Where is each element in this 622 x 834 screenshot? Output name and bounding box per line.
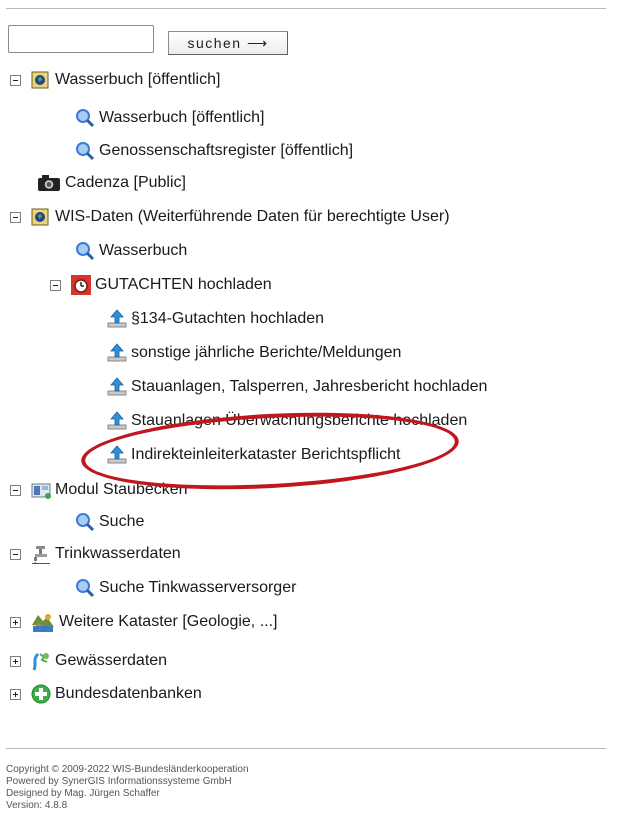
upload-icon — [106, 342, 128, 364]
tree-item-134-gutachten[interactable]: §134-Gutachten hochladen — [106, 303, 324, 335]
tree-node-label: GUTACHTEN hochladen — [95, 276, 272, 293]
search-button[interactable]: suchen ⟶ — [168, 31, 288, 55]
tree-item-label: Wasserbuch — [99, 242, 188, 259]
camera-icon — [36, 172, 62, 194]
tree-item-sonstige-berichte[interactable]: sonstige jährliche Berichte/Meldungen — [106, 337, 401, 369]
search-icon — [74, 577, 96, 599]
footer-version: Version: 4.8.8 — [6, 800, 68, 811]
footer-copyright: Copyright © 2009-2022 WIS-Bundesländerko… — [6, 764, 249, 775]
upload-icon — [106, 410, 128, 432]
map-folder-icon — [30, 69, 52, 91]
collapse-toggle[interactable] — [10, 74, 21, 86]
tree-item-indirekteinleiterkataster[interactable]: Indirekteinleiterkataster Berichtspflich… — [106, 439, 400, 471]
footer-powered-by: Powered by SynerGIS Informationssysteme … — [6, 776, 232, 787]
tree-node-bundesdatenbanken[interactable]: Bundesdatenbanken — [10, 678, 202, 710]
tree-item-wasserbuch-public[interactable]: Wasserbuch [öffentlich] — [74, 102, 264, 134]
upload-icon — [106, 444, 128, 466]
geology-icon — [30, 611, 56, 633]
tree-node-gewaesserdaten[interactable]: Gewässerdaten — [10, 645, 167, 677]
tree-item-label: Suche — [99, 513, 145, 530]
tree-node-label: Cadenza [Public] — [65, 174, 186, 191]
tree-node-label: Trinkwasserdaten — [55, 545, 181, 562]
tree-node-trinkwasserdaten[interactable]: Trinkwasserdaten — [10, 538, 181, 570]
tree-node-modul-staubecken[interactable]: Modul Staubecken — [10, 474, 188, 506]
expand-toggle[interactable] — [10, 655, 21, 667]
tree-node-wis-daten[interactable]: WIS-Daten (Weiterführende Daten für bere… — [10, 201, 450, 233]
tree-item-suche-trinkwasserversorger[interactable]: Suche Tinkwasserversorger — [74, 572, 296, 604]
search-icon — [74, 240, 96, 262]
top-divider — [6, 8, 606, 9]
map-folder-icon — [30, 206, 52, 228]
tree-item-stauanlagen-jahresbericht[interactable]: Stauanlagen, Talsperren, Jahresbericht h… — [106, 371, 487, 403]
green-plus-icon — [30, 683, 52, 705]
tree-node-cadenza[interactable]: Cadenza [Public] — [36, 167, 186, 199]
collapse-toggle[interactable] — [50, 279, 61, 291]
search-icon — [74, 511, 96, 533]
tree-node-label: Modul Staubecken — [55, 481, 188, 498]
tree-item-label: Wasserbuch [öffentlich] — [99, 109, 265, 126]
tree-node-label: Bundesdatenbanken — [55, 685, 202, 702]
water-tap-icon — [30, 543, 52, 565]
tree-item-label: Suche Tinkwasserversorger — [99, 579, 297, 596]
tree-node-gutachten[interactable]: GUTACHTEN hochladen — [50, 269, 272, 301]
tree-item-label: Stauanlagen, Talsperren, Jahresbericht h… — [131, 378, 488, 395]
footer: Copyright © 2009-2022 WIS-Bundesländerko… — [6, 764, 249, 812]
alarm-clock-icon — [70, 274, 92, 296]
search-input[interactable] — [8, 25, 154, 53]
tree-node-label: Weitere Kataster [Geologie, ...] — [59, 613, 278, 630]
river-icon — [30, 650, 52, 672]
tree-item-wasserbuch[interactable]: Wasserbuch — [74, 235, 187, 267]
expand-toggle[interactable] — [10, 616, 21, 628]
tree-node-label: Wasserbuch [öffentlich] — [55, 71, 221, 88]
tree-item-genossenschaftsregister[interactable]: Genossenschaftsregister [öffentlich] — [74, 135, 353, 167]
tree-item-label: Genossenschaftsregister [öffentlich] — [99, 142, 354, 159]
search-icon — [74, 140, 96, 162]
tree-node-label: WIS-Daten (Weiterführende Daten für bere… — [55, 208, 450, 225]
tree-item-suche[interactable]: Suche — [74, 506, 144, 538]
tree-item-label: Stauanlagen Überwachungsberichte hochlad… — [131, 412, 468, 429]
tree-item-stauanlagen-ueberwachung[interactable]: Stauanlagen Überwachungsberichte hochlad… — [106, 405, 467, 437]
footer-designed-by: Designed by Mag. Jürgen Schaffer — [6, 788, 160, 799]
collapse-toggle[interactable] — [10, 211, 21, 223]
bottom-divider — [6, 748, 606, 749]
collapse-toggle[interactable] — [10, 548, 21, 560]
upload-icon — [106, 376, 128, 398]
search-icon — [74, 107, 96, 129]
tree-node-wasserbuch[interactable]: Wasserbuch [öffentlich] — [10, 64, 220, 96]
tree-item-label: sonstige jährliche Berichte/Meldungen — [131, 344, 402, 361]
module-grid-icon — [30, 479, 52, 501]
tree-node-label: Gewässerdaten — [55, 652, 168, 669]
tree-item-label: Indirekteinleiterkataster Berichtspflich… — [131, 446, 401, 463]
expand-toggle[interactable] — [10, 688, 21, 700]
tree-node-weitere-kataster[interactable]: Weitere Kataster [Geologie, ...] — [10, 606, 277, 638]
tree-item-label: §134-Gutachten hochladen — [131, 310, 325, 327]
upload-icon — [106, 308, 128, 330]
collapse-toggle[interactable] — [10, 484, 21, 496]
